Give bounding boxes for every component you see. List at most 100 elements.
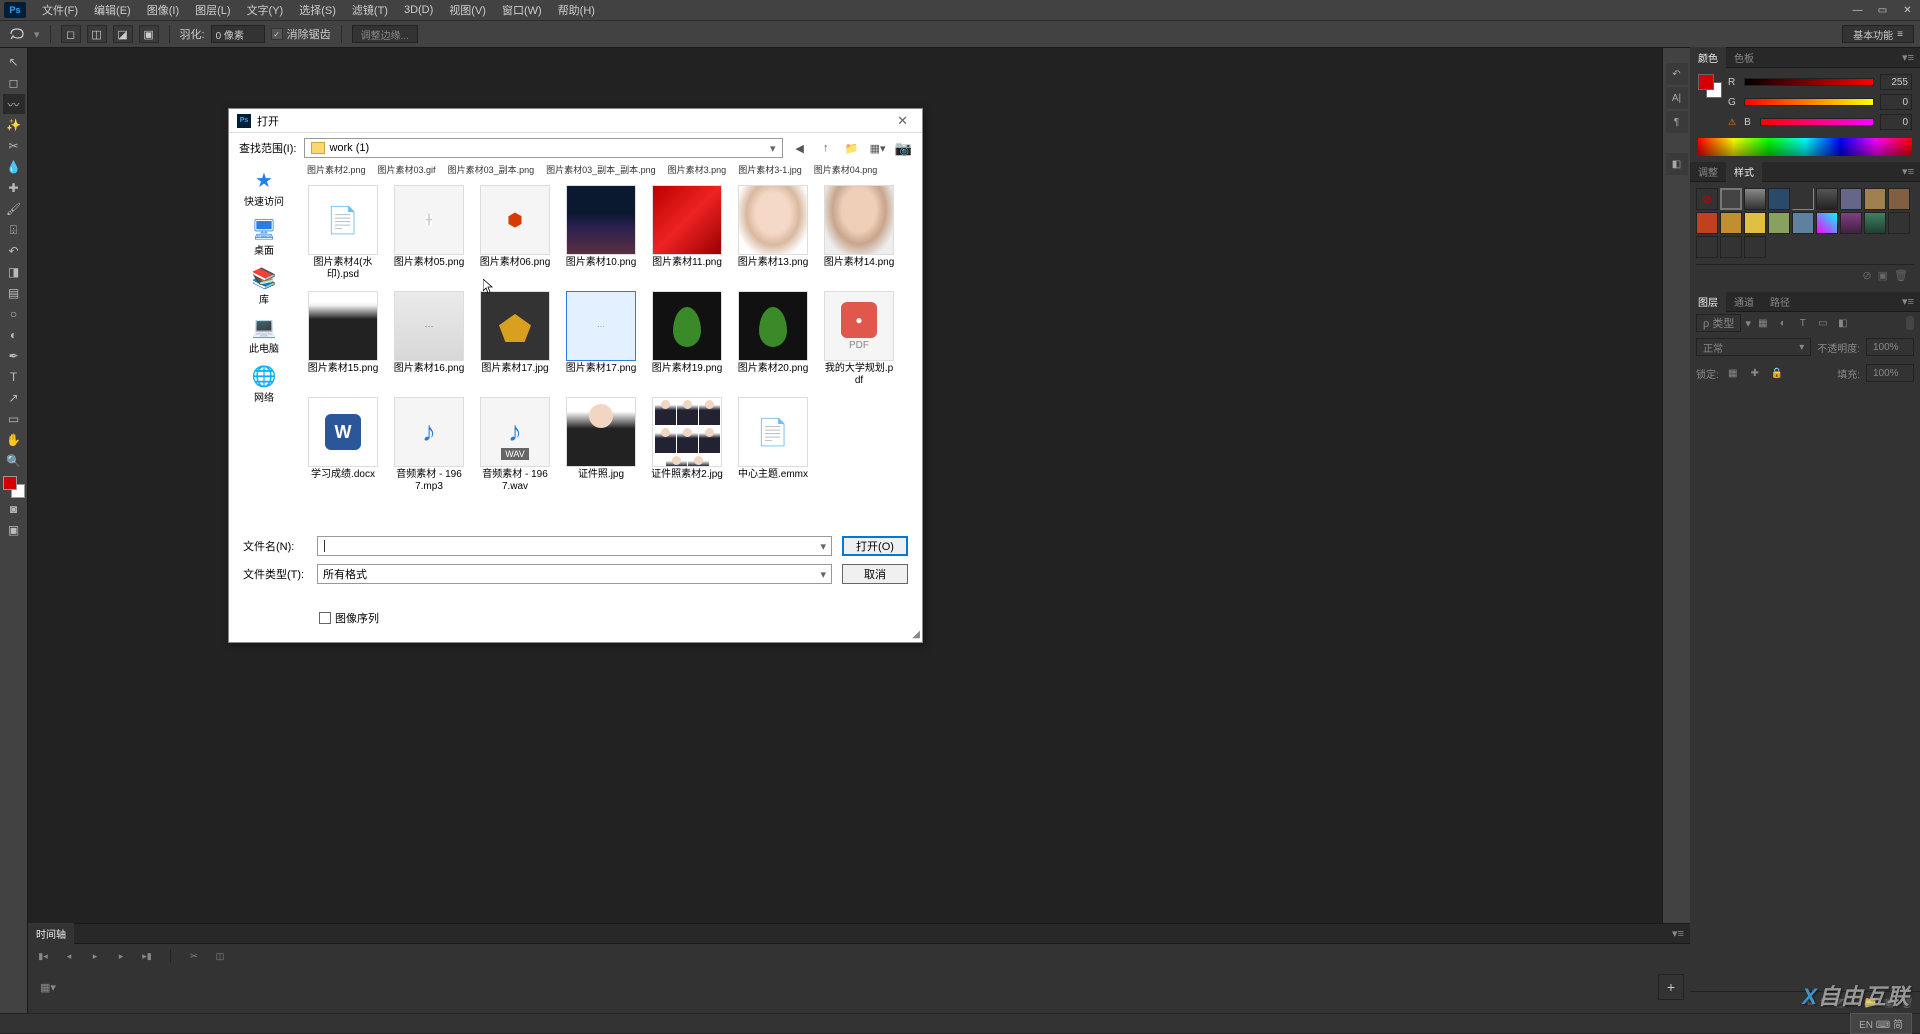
style-item[interactable]: [1840, 212, 1862, 234]
antialias-checkbox[interactable]: ✓: [271, 28, 283, 40]
filter-pixel-icon[interactable]: ▦: [1755, 315, 1771, 331]
style-item[interactable]: [1720, 188, 1742, 210]
window-minimize-icon[interactable]: —: [1845, 1, 1870, 19]
dialog-titlebar[interactable]: Ps 打开 ✕: [229, 109, 922, 133]
open-button[interactable]: 打开(O): [842, 536, 908, 556]
menu-image[interactable]: 图像(I): [139, 0, 187, 20]
style-item[interactable]: [1792, 188, 1814, 210]
style-item[interactable]: [1840, 188, 1862, 210]
color-spectrum[interactable]: [1698, 138, 1912, 156]
selection-intersect-icon[interactable]: ▣: [139, 25, 159, 43]
styles-new-icon[interactable]: ▣: [1878, 269, 1888, 282]
marquee-tool-icon[interactable]: ◻: [3, 73, 25, 93]
styles-clear-icon[interactable]: ⊘: [1862, 269, 1871, 282]
window-maximize-icon[interactable]: ▭: [1870, 1, 1895, 19]
menu-type[interactable]: 文字(Y): [239, 0, 292, 20]
file-item[interactable]: 图片素材20.png: [737, 291, 809, 387]
move-tool-icon[interactable]: ↖: [3, 52, 25, 72]
file-item[interactable]: 图片素材17.jpg: [479, 291, 551, 387]
lock-all-icon[interactable]: 🔒: [1769, 365, 1785, 381]
file-item[interactable]: 图片素材13.png: [737, 185, 809, 281]
file-list[interactable]: 图片素材2.png 图片素材03.gif 图片素材03_副本.png 图片素材0…: [299, 163, 922, 528]
menu-3d[interactable]: 3D(D): [396, 2, 441, 18]
file-item[interactable]: 图片素材15.png: [307, 291, 379, 387]
crop-tool-icon[interactable]: ✂: [3, 136, 25, 156]
timeline-next-icon[interactable]: ▸: [112, 948, 130, 964]
zoom-tool-icon[interactable]: 🔍: [3, 451, 25, 471]
style-item[interactable]: [1696, 212, 1718, 234]
eyedropper-tool-icon[interactable]: 💧: [3, 157, 25, 177]
styles-delete-icon[interactable]: 🗑: [1894, 269, 1908, 282]
file-item[interactable]: 证件照素材2.jpg: [651, 397, 723, 493]
panel-menu-icon[interactable]: ▾≡: [1896, 295, 1920, 308]
fill-input[interactable]: 100%: [1866, 364, 1914, 382]
style-item[interactable]: [1744, 236, 1766, 258]
tab-channels[interactable]: 通道: [1726, 291, 1762, 312]
file-item[interactable]: 图片素材14.png: [823, 185, 895, 281]
window-close-icon[interactable]: ✕: [1895, 1, 1920, 19]
menu-layer[interactable]: 图层(L): [187, 0, 238, 20]
lock-pixels-icon[interactable]: ▦: [1725, 365, 1741, 381]
file-item[interactable]: 证件照.jpg: [565, 397, 637, 493]
file-item[interactable]: ╋图片素材05.png: [393, 185, 465, 281]
cancel-button[interactable]: 取消: [842, 564, 908, 584]
sidebar-libraries[interactable]: 📚 库: [250, 267, 278, 306]
menu-view[interactable]: 视图(V): [441, 0, 494, 20]
refine-edge-button[interactable]: 调整边缘...: [352, 25, 418, 43]
layer-filter-type[interactable]: ρ 类型: [1696, 314, 1741, 332]
pen-tool-icon[interactable]: ✒: [3, 346, 25, 366]
g-slider[interactable]: [1744, 98, 1874, 106]
menu-filter[interactable]: 滤镜(T): [344, 0, 396, 20]
style-item[interactable]: [1744, 188, 1766, 210]
file-item[interactable]: ···图片素材16.png: [393, 291, 465, 387]
tab-adjust[interactable]: 调整: [1690, 161, 1726, 182]
lasso-tool-icon[interactable]: [6, 25, 28, 43]
style-item[interactable]: [1864, 188, 1886, 210]
r-slider[interactable]: [1744, 78, 1874, 86]
nav-back-icon[interactable]: ◀: [791, 139, 809, 157]
b-slider[interactable]: [1760, 118, 1874, 126]
filename-input[interactable]: ▾: [317, 536, 832, 556]
magic-wand-tool-icon[interactable]: ✨: [3, 115, 25, 135]
timeline-last-icon[interactable]: ▸▮: [138, 948, 156, 964]
timeline-play-icon[interactable]: ▸: [86, 948, 104, 964]
filetype-select[interactable]: 所有格式 ▾: [317, 564, 832, 584]
tab-styles[interactable]: 样式: [1726, 161, 1762, 182]
g-input[interactable]: [1880, 94, 1912, 110]
timeline-transition-icon[interactable]: ◫: [211, 948, 229, 964]
lasso-tool-icon[interactable]: 〰: [3, 94, 25, 114]
style-item[interactable]: [1864, 212, 1886, 234]
timeline-add-button[interactable]: +: [1658, 974, 1684, 1000]
folder-select[interactable]: work (1) ▾: [304, 138, 782, 158]
filter-adjust-icon[interactable]: ◐: [1775, 315, 1791, 331]
lock-position-icon[interactable]: ✚: [1747, 365, 1763, 381]
menu-file[interactable]: 文件(F): [34, 0, 86, 20]
menu-window[interactable]: 窗口(W): [494, 0, 550, 20]
menu-select[interactable]: 选择(S): [291, 0, 344, 20]
view-menu-icon[interactable]: ▦▾: [869, 139, 887, 157]
foreground-color-icon[interactable]: [3, 476, 17, 490]
panel-menu-icon[interactable]: ▾≡: [1666, 927, 1690, 940]
r-input[interactable]: [1880, 74, 1912, 90]
quickmask-tool-icon[interactable]: ◙: [3, 499, 25, 519]
healing-tool-icon[interactable]: ✚: [3, 178, 25, 198]
file-item[interactable]: ●PDF我的大学规划.pdf: [823, 291, 895, 387]
filter-type-icon[interactable]: T: [1795, 315, 1811, 331]
sidebar-quickaccess[interactable]: ★ 快速访问: [244, 169, 284, 208]
eraser-tool-icon[interactable]: ◨: [3, 262, 25, 282]
blur-tool-icon[interactable]: ○: [3, 304, 25, 324]
selection-new-icon[interactable]: ◻: [61, 25, 81, 43]
nav-up-icon[interactable]: ↑: [817, 139, 835, 157]
filter-toggle[interactable]: [1906, 316, 1914, 330]
tab-layers[interactable]: 图层: [1690, 291, 1726, 312]
dialog-close-icon[interactable]: ✕: [891, 113, 914, 129]
menu-help[interactable]: 帮助(H): [550, 0, 603, 20]
selection-subtract-icon[interactable]: ◪: [113, 25, 133, 43]
camera-icon[interactable]: 📷: [895, 140, 912, 157]
file-item[interactable]: ♪音频素材 - 1967.mp3: [393, 397, 465, 493]
style-none[interactable]: ⊘: [1696, 188, 1718, 210]
style-item[interactable]: [1768, 212, 1790, 234]
timeline-first-icon[interactable]: ▮◂: [34, 948, 52, 964]
file-item[interactable]: ···图片素材17.png: [565, 291, 637, 387]
tab-color[interactable]: 颜色: [1690, 47, 1726, 68]
